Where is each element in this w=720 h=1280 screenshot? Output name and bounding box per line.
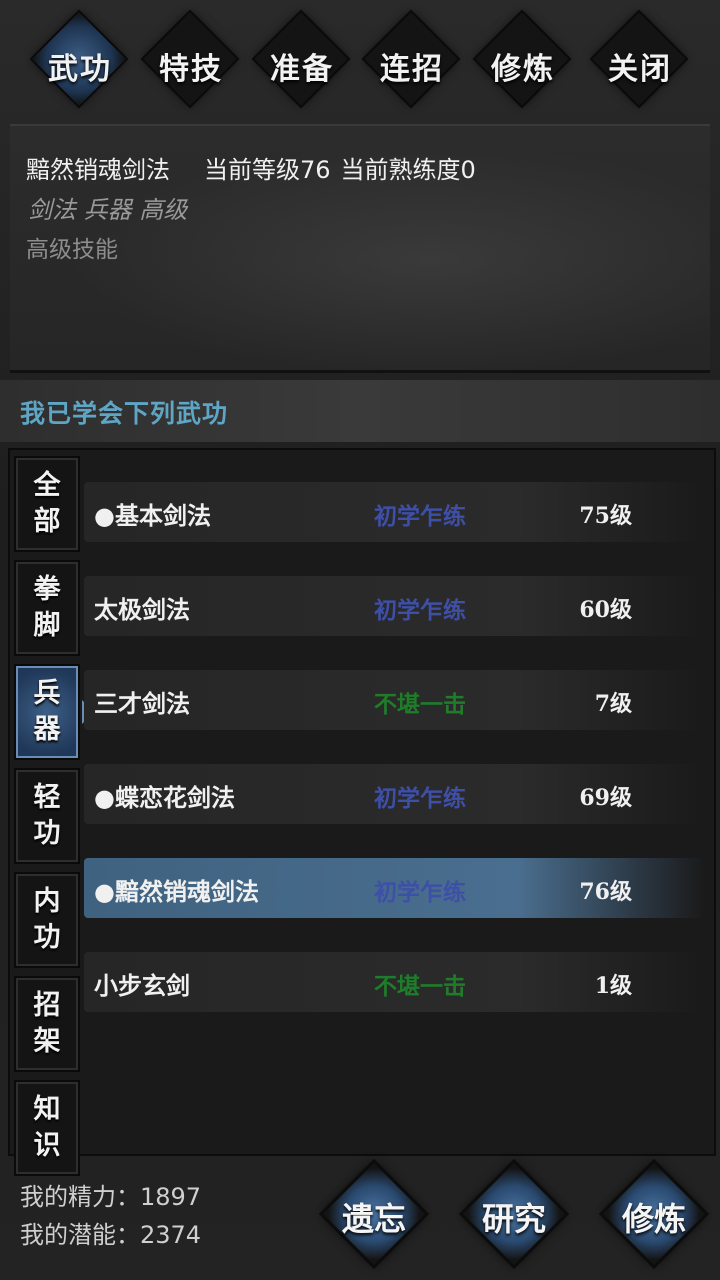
tab-label: 特技 xyxy=(159,52,223,87)
tab-label: 关闭 xyxy=(608,52,672,87)
category-knowledge[interactable]: 知识 xyxy=(14,1080,80,1176)
tab-martial-arts[interactable]: 武功 xyxy=(26,12,134,122)
skill-name: ●基本剑法 xyxy=(94,501,211,530)
section-title: 我已学会下列武功 xyxy=(20,399,229,428)
skill-level: 7级 xyxy=(594,691,632,717)
potential-stat: 我的潜能：2374 xyxy=(20,1221,202,1249)
cultivate-button[interactable]: 修炼 xyxy=(592,1152,716,1276)
player-stats: 我的精力：1897 我的潜能：2374 xyxy=(20,1178,201,1254)
tab-close[interactable]: 关闭 xyxy=(586,12,694,122)
skills-list-panel: 全部 拳脚 兵器 轻功 内功 招架 知识 ●基本剑法 初学乍练 75级 太极剑法 xyxy=(8,448,716,1176)
category-label: 知识 xyxy=(33,1094,61,1161)
skill-level: 1级 xyxy=(594,973,632,999)
skill-level: 60级 xyxy=(579,597,632,623)
skill-info-panel: 黯然销魂剑法 当前等级76 当前熟练度0 剑法 兵器 高级 高级技能 xyxy=(10,124,710,373)
category-weapon[interactable]: 兵器 xyxy=(14,664,94,760)
button-label: 修炼 xyxy=(621,1200,686,1238)
button-label: 研究 xyxy=(481,1200,546,1238)
skill-status: 初学乍练 xyxy=(374,785,466,812)
tab-label: 武功 xyxy=(48,52,112,87)
category-fist[interactable]: 拳脚 xyxy=(14,560,80,656)
skill-level: 76级 xyxy=(579,879,632,905)
category-inner[interactable]: 内功 xyxy=(14,872,80,968)
skill-row[interactable]: 小步玄剑 不堪一击 1级 xyxy=(84,952,704,1012)
tab-label: 连招 xyxy=(380,52,444,87)
category-all[interactable]: 全部 xyxy=(14,456,80,552)
skill-status: 初学乍练 xyxy=(374,597,466,624)
category-parry[interactable]: 招架 xyxy=(14,976,80,1072)
skill-info-level: 当前等级76 xyxy=(204,156,331,184)
category-sidebar: 全部 拳脚 兵器 轻功 内功 招架 知识 xyxy=(14,456,94,1184)
skill-info-header: 黯然销魂剑法 当前等级76 当前熟练度0 xyxy=(26,150,476,185)
skill-name: ●蝶恋花剑法 xyxy=(94,783,235,812)
skill-name: ●黯然销魂剑法 xyxy=(94,877,259,906)
skill-row[interactable]: ●蝶恋花剑法 初学乍练 69级 xyxy=(84,764,704,824)
category-label: 拳脚 xyxy=(33,574,61,641)
skill-info-proficiency: 当前熟练度0 xyxy=(340,156,476,184)
category-label: 招架 xyxy=(33,990,61,1057)
forget-button[interactable]: 遗忘 xyxy=(312,1152,436,1276)
category-label: 内功 xyxy=(33,886,61,953)
skill-level: 75级 xyxy=(579,503,632,529)
energy-stat: 我的精力：1897 xyxy=(20,1183,202,1211)
skill-name: 三才剑法 xyxy=(94,689,190,718)
skill-status: 不堪一击 xyxy=(374,973,466,1000)
skill-name: 太极剑法 xyxy=(94,595,190,624)
skill-status: 不堪一击 xyxy=(374,691,466,718)
skill-row[interactable]: 太极剑法 初学乍练 60级 xyxy=(84,576,704,636)
button-label: 遗忘 xyxy=(341,1200,406,1238)
skill-level: 69级 xyxy=(579,785,632,811)
skill-info-category: 高级技能 xyxy=(26,237,118,263)
skill-info-name: 黯然销魂剑法 xyxy=(26,156,170,184)
skill-row-selected[interactable]: ●黯然销魂剑法 初学乍练 76级 xyxy=(84,858,704,918)
skill-status: 初学乍练 xyxy=(374,879,466,906)
skill-row[interactable]: ●基本剑法 初学乍练 75级 xyxy=(84,482,704,542)
skill-name: 小步玄剑 xyxy=(94,971,190,1000)
research-button[interactable]: 研究 xyxy=(452,1152,576,1276)
category-label: 兵器 xyxy=(33,678,61,745)
tab-combo[interactable]: 连招 xyxy=(358,12,466,122)
category-label: 全部 xyxy=(33,470,61,537)
tab-label: 修炼 xyxy=(491,52,555,87)
learned-skills-header: 我已学会下列武功 xyxy=(0,380,720,442)
tab-label: 准备 xyxy=(270,52,334,87)
top-tab-bar: 武功 特技 准备 连招 修炼 关闭 xyxy=(0,0,720,120)
skill-info-tags: 剑法 兵器 高级 xyxy=(28,196,188,224)
skill-status: 初学乍练 xyxy=(374,503,466,530)
tab-prepare[interactable]: 准备 xyxy=(248,12,356,122)
tab-special-skills[interactable]: 特技 xyxy=(137,12,245,122)
tab-cultivate[interactable]: 修炼 xyxy=(469,12,577,122)
category-label: 轻功 xyxy=(33,782,61,849)
category-lightness[interactable]: 轻功 xyxy=(14,768,80,864)
skill-row[interactable]: 三才剑法 不堪一击 7级 xyxy=(84,670,704,730)
